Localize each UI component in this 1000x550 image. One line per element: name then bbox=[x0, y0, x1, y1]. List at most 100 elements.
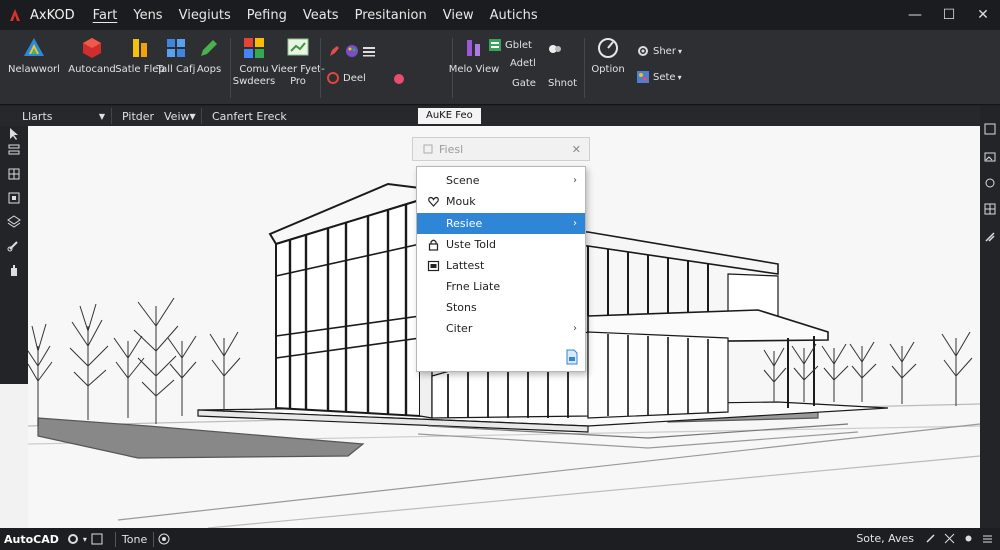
menu-item-label: Lattest bbox=[446, 259, 485, 272]
ribbon-tool-label: Autocand bbox=[68, 64, 116, 75]
status-tab[interactable]: Tone bbox=[114, 531, 155, 547]
grid-icon[interactable] bbox=[983, 202, 997, 216]
settings-icon[interactable] bbox=[157, 532, 171, 546]
status-icons bbox=[918, 532, 994, 545]
ribbon-small-glyphs[interactable] bbox=[328, 44, 379, 58]
context-menu-item-resiee[interactable]: Resiee › bbox=[417, 213, 585, 234]
view-dropdown[interactable]: Veiw ▼ bbox=[158, 108, 202, 124]
calendar-icon bbox=[427, 260, 440, 272]
orbit-icon[interactable] bbox=[983, 176, 997, 190]
resize-icon[interactable] bbox=[983, 230, 997, 244]
ribbon-small-sher[interactable]: Sher ▾ bbox=[636, 44, 682, 58]
chevron-down-icon: ▼ bbox=[98, 111, 105, 121]
chevron-right-icon: › bbox=[573, 218, 577, 229]
viewport-left-margin bbox=[0, 384, 28, 528]
ribbon-small-gblet[interactable]: Gblet bbox=[488, 38, 532, 52]
hand-icon[interactable] bbox=[6, 262, 22, 278]
ribbon-small-gate[interactable]: Gate bbox=[512, 78, 536, 89]
context-menu: Scene › Mouk Resiee › Uste Told Lattest … bbox=[416, 166, 586, 372]
palette-icon bbox=[346, 45, 358, 57]
snap-icon[interactable] bbox=[943, 532, 956, 545]
green-box-icon bbox=[489, 39, 501, 51]
ribbon-tool-option[interactable]: Option bbox=[580, 36, 636, 76]
color-dot-icon bbox=[394, 74, 404, 84]
menu-item-label: Citer bbox=[446, 322, 473, 335]
visual-style-dropdown[interactable]: Canfert Ereck bbox=[206, 108, 310, 124]
maximize-button[interactable]: ☐ bbox=[932, 0, 966, 30]
purple-bars-icon bbox=[467, 40, 480, 56]
ribbon-tool-nelawworl[interactable]: Nelawworl bbox=[6, 36, 62, 76]
grid-icon[interactable] bbox=[90, 532, 104, 546]
brightness-icon[interactable] bbox=[962, 532, 975, 545]
grid-icon[interactable] bbox=[6, 166, 22, 182]
context-menu-item-frne-liate[interactable]: Frne Liate bbox=[417, 276, 585, 297]
context-menu-item-citer[interactable]: Citer › bbox=[417, 318, 585, 339]
menu-item-veats[interactable]: Veats bbox=[303, 8, 339, 23]
ribbon-small-label: Adetl bbox=[510, 58, 536, 69]
app-title: AxKOD bbox=[30, 7, 75, 23]
ribbon-small-toggle[interactable] bbox=[548, 42, 565, 56]
pin-icon[interactable] bbox=[924, 532, 937, 545]
context-menu-item-uste-told[interactable]: Uste Told bbox=[417, 234, 585, 255]
document-icon bbox=[423, 144, 433, 154]
dropdown-label: Canfert Ereck bbox=[212, 109, 287, 123]
context-menu-header: Fiesl ✕ bbox=[412, 137, 590, 161]
menu-item-label: Frne Liate bbox=[446, 280, 501, 293]
frame-icon[interactable] bbox=[6, 190, 22, 206]
view-name-label: AuKE Feo bbox=[418, 108, 481, 124]
ribbon: Nelawworl Autocand Satle Flep Tall Cafj … bbox=[0, 30, 1000, 105]
ribbon-small-shnot[interactable]: Shnot bbox=[548, 78, 577, 89]
panel-toggle-icon[interactable] bbox=[983, 122, 997, 136]
pitder-dropdown[interactable]: Pitder bbox=[116, 108, 156, 124]
ribbon-small-deel[interactable]: Deel bbox=[326, 71, 366, 85]
context-menu-item-mouk[interactable]: Mouk bbox=[417, 191, 585, 212]
context-menu-item-lattest[interactable]: Lattest bbox=[417, 255, 585, 276]
title-bar: AxKOD Fart Yens Viegiuts Pefing Veats Pr… bbox=[0, 0, 1000, 30]
minimize-button[interactable]: — bbox=[898, 0, 932, 30]
lock-icon bbox=[428, 239, 439, 251]
link-icon[interactable] bbox=[6, 238, 22, 254]
image-icon[interactable] bbox=[983, 150, 997, 164]
chevron-right-icon: › bbox=[573, 323, 577, 334]
menu-item-autichs[interactable]: Autichs bbox=[490, 8, 538, 23]
menu-icon[interactable] bbox=[981, 532, 994, 545]
document-blue-icon[interactable] bbox=[565, 349, 579, 365]
chevron-down-icon[interactable]: ▾ bbox=[83, 535, 87, 544]
red-cube-icon bbox=[83, 38, 101, 58]
chart-window-icon bbox=[287, 38, 309, 56]
menu-item-yens[interactable]: Yens bbox=[133, 8, 162, 23]
window-controls: — ☐ ✕ bbox=[898, 0, 1000, 30]
menu-item-view[interactable]: View bbox=[443, 8, 474, 23]
ribbon-small-sete[interactable]: Sete ▾ bbox=[636, 70, 682, 84]
ribbon-small-color-dot[interactable] bbox=[392, 72, 409, 86]
ribbon-small-label: Gate bbox=[512, 78, 536, 89]
select-arrow-icon[interactable] bbox=[6, 126, 22, 142]
app-logo-icon[interactable] bbox=[0, 0, 30, 30]
chevron-right-icon: › bbox=[573, 175, 577, 186]
menu-item-presitanion[interactable]: Presitanion bbox=[355, 8, 427, 23]
context-menu-item-scene[interactable]: Scene › bbox=[417, 170, 585, 191]
dropdown-label: Llarts bbox=[22, 109, 53, 123]
ribbon-small-label: Sher bbox=[653, 45, 676, 57]
ribbon-tool-label: Vieer Fyet-Pro bbox=[271, 64, 325, 87]
context-menu-item-stons[interactable]: Stons bbox=[417, 297, 585, 318]
stack-icon[interactable] bbox=[6, 142, 22, 158]
list-icon bbox=[363, 47, 375, 57]
gear-icon[interactable] bbox=[66, 532, 80, 546]
layers-icon[interactable] bbox=[6, 214, 22, 230]
menu-item-fart[interactable]: Fart bbox=[93, 8, 118, 23]
menu-item-label: Mouk bbox=[446, 195, 476, 208]
left-tool-palette bbox=[0, 126, 28, 384]
view-toolbar: Llarts ▼ Pitder Veiw ▼ Canfert Ereck AuKE … bbox=[0, 106, 1000, 126]
close-button[interactable]: ✕ bbox=[966, 0, 1000, 30]
close-icon[interactable]: ✕ bbox=[572, 143, 581, 156]
triangle-logo-icon bbox=[24, 38, 44, 56]
ribbon-small-label: Sete bbox=[653, 71, 676, 83]
menu-item-pefing[interactable]: Pefing bbox=[247, 8, 287, 23]
ribbon-small-adetl[interactable]: Adetl bbox=[510, 58, 536, 69]
right-tool-palette bbox=[980, 106, 1000, 528]
layouts-dropdown[interactable]: Llarts ▼ bbox=[16, 108, 112, 124]
ribbon-small-label: Deel bbox=[343, 72, 366, 84]
ribbon-tool-vieer-fyet-pro[interactable]: Vieer Fyet-Pro bbox=[270, 36, 326, 88]
menu-item-viegiuts[interactable]: Viegiuts bbox=[179, 8, 231, 23]
